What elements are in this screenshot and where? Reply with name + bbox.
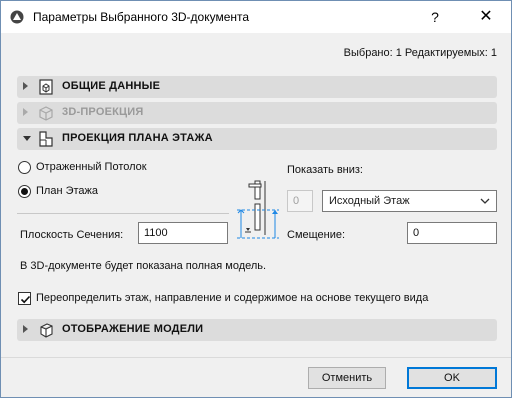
dialog-window: Параметры Выбранного 3D-документа ? ✕ Вы… (0, 0, 512, 398)
section-model-display[interactable]: ОТОБРАЖЕНИЕ МОДЕЛИ (17, 319, 497, 341)
section-3d-projection-label: 3D-ПРОЕКЦИЯ (62, 106, 144, 118)
floor-plan-icon (39, 131, 53, 147)
show-down-label: Показать вниз: (287, 164, 363, 176)
section-model-display-label: ОТОБРАЖЕНИЕ МОДЕЛИ (62, 323, 204, 335)
dialog-footer: Отменить OK (1, 357, 511, 397)
help-button[interactable]: ? (422, 5, 448, 29)
divider (17, 213, 229, 214)
override-view-checkbox[interactable] (18, 292, 31, 305)
expand-arrow-icon (23, 108, 28, 116)
ok-button[interactable]: OK (407, 367, 497, 389)
section-3d-projection: 3D-ПРОЕКЦИЯ (17, 102, 497, 124)
window-title: Параметры Выбранного 3D-документа (33, 10, 250, 24)
chevron-down-icon (480, 198, 490, 204)
section-floor-plan-projection[interactable]: ПРОЕКЦИЯ ПЛАНА ЭТАЖА (17, 128, 497, 150)
expand-arrow-icon (23, 325, 28, 333)
cancel-button[interactable]: Отменить (308, 367, 386, 389)
radio-reflected-ceiling[interactable] (18, 161, 31, 174)
checkmark-icon (20, 295, 31, 304)
full-model-note: В 3D-документе будет показана полная мод… (20, 260, 267, 272)
radio-floor-plan[interactable] (18, 185, 31, 198)
model-cube-icon (40, 323, 53, 338)
section-general-label: ОБЩИЕ ДАННЫЕ (62, 80, 161, 92)
section-general-data[interactable]: ОБЩИЕ ДАННЫЕ (17, 76, 497, 98)
expand-arrow-icon (23, 82, 28, 90)
floor-select-dropdown[interactable]: Исходный Этаж (322, 190, 497, 212)
offset-input[interactable]: 0 (407, 222, 497, 244)
floor-select-value: Исходный Этаж (329, 195, 410, 207)
override-view-label: Переопределить этаж, направление и содер… (36, 292, 429, 304)
selection-status: Выбрано: 1 Редактируемых: 1 (343, 47, 497, 59)
collapse-arrow-icon (23, 136, 31, 141)
document-3d-icon (39, 79, 53, 95)
title-bar: Параметры Выбранного 3D-документа ? ✕ (1, 1, 511, 33)
offset-label: Смещение: (287, 229, 346, 241)
radio-floor-plan-label: План Этажа (36, 185, 98, 197)
close-button[interactable]: ✕ (471, 5, 501, 29)
floor-section-diagram-icon (237, 180, 279, 239)
box-3d-icon (39, 106, 53, 121)
section-floor-plan-label: ПРОЕКЦИЯ ПЛАНА ЭТАЖА (62, 132, 213, 144)
archicad-app-icon (10, 10, 24, 24)
floor-number-input: 0 (287, 190, 313, 212)
radio-reflected-ceiling-label: Отраженный Потолок (36, 161, 147, 173)
cut-plane-input[interactable]: 1100 (138, 222, 228, 244)
cut-plane-label: Плоскость Сечения: (20, 229, 124, 241)
